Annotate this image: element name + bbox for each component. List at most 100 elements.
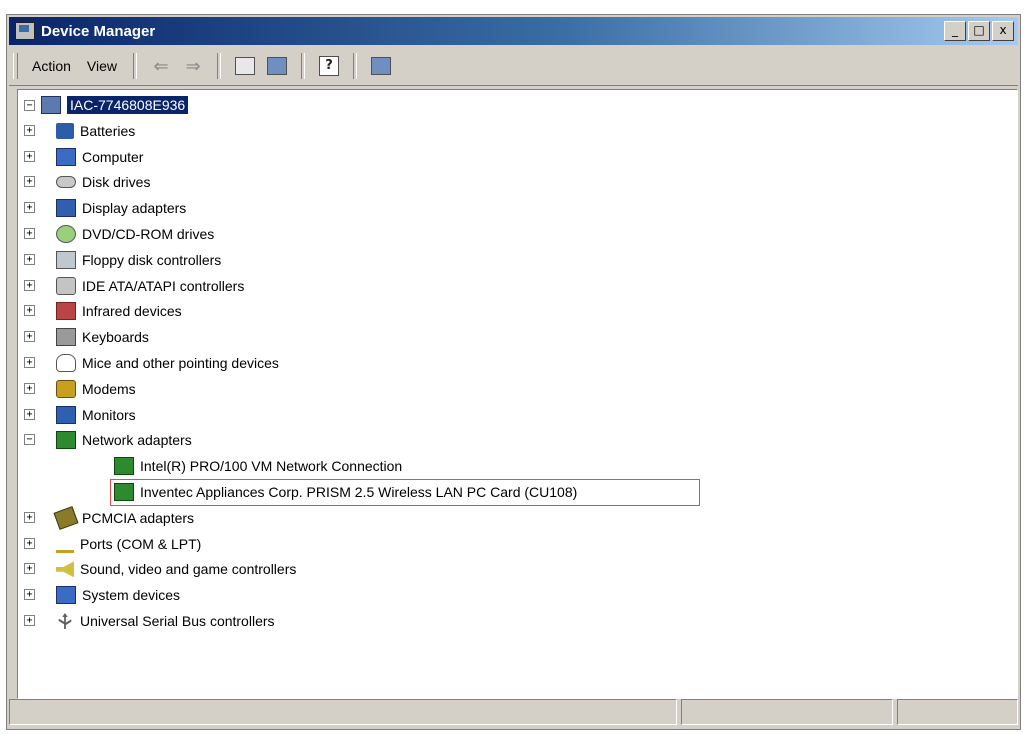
system-devices-icon <box>56 586 76 605</box>
network-card-icon <box>114 457 134 476</box>
tree-category[interactable]: + Display adapters <box>24 197 186 219</box>
expand-icon[interactable]: + <box>24 279 35 291</box>
tree-category[interactable]: + Universal Serial Bus controllers <box>24 610 275 632</box>
usb-icon <box>58 613 72 629</box>
back-arrow-icon[interactable]: ⇐ <box>148 54 174 78</box>
window-title: Device Manager <box>41 22 156 40</box>
expand-icon[interactable]: + <box>24 331 35 343</box>
tree-category[interactable]: + Modems <box>24 378 136 400</box>
device-manager-window: Device Manager _ □ x Action View ⇐ ⇒ ? −… <box>6 14 1021 730</box>
tree-category-label: Ports (COM & LPT) <box>80 535 202 552</box>
disk-drive-icon <box>56 176 76 189</box>
tree-category[interactable]: + IDE ATA/ATAPI controllers <box>24 275 245 297</box>
tree-category[interactable]: + Floppy disk controllers <box>24 249 222 271</box>
expand-icon[interactable]: + <box>24 615 35 626</box>
modem-icon <box>56 379 76 398</box>
expand-icon[interactable]: + <box>24 357 35 368</box>
menu-action[interactable]: Action <box>24 54 79 78</box>
root-label: IAC-7746808E936 <box>67 96 189 114</box>
tree-category[interactable]: + Disk drives <box>24 171 151 193</box>
expand-icon[interactable]: + <box>24 253 35 265</box>
computer-icon <box>56 147 76 166</box>
menu-view-label: View <box>86 58 118 74</box>
tree-category[interactable]: + DVD/CD-ROM drives <box>24 223 215 245</box>
show-hide-tree-icon-shape <box>267 57 288 75</box>
maximize-button[interactable]: □ <box>968 21 990 41</box>
toolbar: Action View ⇐ ⇒ ? <box>9 47 1018 86</box>
tree-category-label: Mice and other pointing devices <box>82 355 279 371</box>
tree-category-label: Disk drives <box>82 174 151 191</box>
forward-arrow-icon[interactable]: ⇒ <box>180 54 206 78</box>
floppy-controller-icon <box>56 250 76 269</box>
tree-category-label: Modems <box>82 380 136 397</box>
battery-icon <box>56 122 74 139</box>
tree-category-label: Network adapters <box>82 432 192 449</box>
tree-device-label: Intel(R) PRO/100 VM Network Connection <box>140 458 403 475</box>
tree-category-label: PCMCIA adapters <box>82 509 195 526</box>
tree-category[interactable]: + PCMCIA adapters <box>24 505 195 530</box>
collapse-icon[interactable]: − <box>24 434 35 446</box>
show-hide-tree-icon[interactable] <box>264 54 290 78</box>
tree-category-label: Computer <box>82 148 144 165</box>
tree-category[interactable]: + Monitors <box>24 404 136 426</box>
tree-category[interactable]: + Mice and other pointing devices <box>24 352 279 374</box>
properties-icon[interactable] <box>232 54 258 78</box>
window-controls: _ □ x <box>944 21 1014 41</box>
mouse-icon <box>56 354 76 372</box>
tree-category[interactable]: + System devices <box>24 584 180 606</box>
menu-action-label: Action <box>32 58 71 74</box>
tree-category-label: Floppy disk controllers <box>82 251 222 268</box>
expand-icon[interactable]: + <box>24 511 35 523</box>
pcmcia-icon <box>53 505 79 530</box>
properties-icon-shape <box>235 57 256 75</box>
tree-category[interactable]: + Keyboards <box>24 326 149 348</box>
tree-category[interactable]: + Sound, video and game controllers <box>24 558 296 580</box>
ide-controller-icon <box>56 276 76 295</box>
help-icon-glyph: ? <box>319 56 340 76</box>
tree-category-label: Universal Serial Bus controllers <box>80 613 275 629</box>
tree-category-label: Keyboards <box>82 329 149 346</box>
expand-icon[interactable]: + <box>24 589 35 601</box>
tree-category-label: IDE ATA/ATAPI controllers <box>82 277 245 294</box>
expand-icon[interactable]: + <box>24 408 35 420</box>
sound-icon <box>56 561 74 578</box>
tree-category[interactable]: + Ports (COM & LPT) <box>24 533 202 555</box>
expand-icon[interactable]: + <box>24 150 35 162</box>
status-pane-3 <box>897 699 1018 725</box>
expand-icon[interactable]: + <box>24 124 35 136</box>
dvd-drive-icon <box>56 225 76 243</box>
close-button[interactable]: x <box>992 21 1014 41</box>
expand-icon[interactable]: + <box>24 563 35 575</box>
expand-icon[interactable]: + <box>24 202 35 214</box>
display-adapter-icon <box>56 199 76 218</box>
expand-icon[interactable]: + <box>24 537 35 549</box>
toolbar-separator <box>353 53 358 79</box>
tree-device[interactable]: Intel(R) PRO/100 VM Network Connection <box>114 455 402 477</box>
toolbar-separator <box>217 53 222 79</box>
expand-icon[interactable]: + <box>24 176 35 188</box>
tree-category[interactable]: + Batteries <box>24 120 135 142</box>
tree-category[interactable]: − Network adapters <box>24 429 192 451</box>
toolbar-separator <box>133 53 138 79</box>
tree-root[interactable]: − IAC-7746808E936 <box>24 94 189 116</box>
infrared-icon <box>56 302 76 321</box>
root-collapse-icon[interactable]: − <box>24 99 35 111</box>
tree-category-label: DVD/CD-ROM drives <box>82 226 215 242</box>
menu-view[interactable]: View <box>79 54 125 78</box>
help-icon[interactable]: ? <box>316 54 342 78</box>
tree-category[interactable]: + Computer <box>24 146 144 168</box>
toolbar-grip <box>13 53 18 79</box>
minimize-button[interactable]: _ <box>944 21 966 41</box>
scan-hardware-icon-shape <box>371 57 392 75</box>
device-tree[interactable]: − IAC-7746808E936 + Batteries + Computer + Di… <box>17 89 1018 699</box>
device-manager-icon <box>15 22 35 40</box>
scan-hardware-icon[interactable] <box>368 54 394 78</box>
network-adapter-icon <box>56 431 76 450</box>
status-pane-2 <box>681 699 893 725</box>
status-bar <box>9 699 1018 725</box>
title-bar[interactable]: Device Manager _ □ x <box>9 17 1018 45</box>
expand-icon[interactable]: + <box>24 382 35 394</box>
tree-category[interactable]: + Infrared devices <box>24 300 182 322</box>
expand-icon[interactable]: + <box>24 228 35 239</box>
expand-icon[interactable]: + <box>24 305 35 317</box>
